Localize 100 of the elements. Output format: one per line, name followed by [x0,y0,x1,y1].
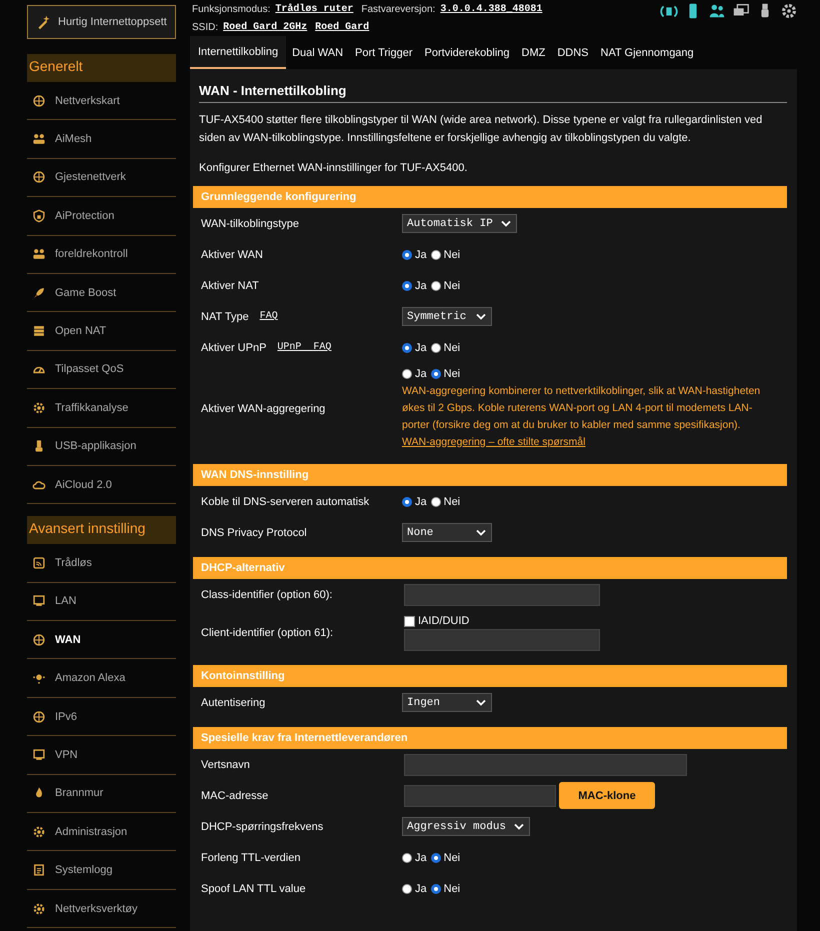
radio-label: Ja [415,852,427,864]
dropdown[interactable]: Symmetric [402,307,492,326]
quick-setup-button[interactable]: Hurtig Internettoppsett [27,5,176,39]
field-label: MAC-adresse [201,790,268,802]
chevron-down-icon [476,313,486,320]
checkbox[interactable] [404,616,415,626]
dropdown[interactable]: Automatisk IP [402,214,517,233]
radio-label: Nei [444,280,460,292]
radio-label: Nei [444,248,460,260]
sidebar-section-title: Generelt [27,54,176,82]
monitor-icon [32,594,46,608]
sidebar-item[interactable]: Nettverksverktøy [27,890,176,928]
gear-icon [32,902,46,916]
radio-button[interactable] [402,496,412,506]
sidebar-item[interactable]: Tilpasset QoS [27,350,176,390]
sidebar-item[interactable]: IPv6 [27,698,176,736]
input-field[interactable] [404,784,556,806]
dropdown[interactable]: None [402,523,492,542]
note-text: WAN-aggregering kombinerer to nettverktilkoblinger, slik at WAN-hastigheten økes til 2 Gbps. Koble ruterens WAN-port og LAN 4-port til modemets LAN-porter (forsikre deg om at du bruker to kabler med samme spesifikasjon). WAN-aggregering – ofte stilte spørsmål [402,384,762,450]
globe-icon [32,94,46,108]
ssid-link[interactable]: Roed Gard [315,22,370,32]
section-header: DHCP-alternativ [193,557,787,579]
tab[interactable]: DDNS [551,36,595,69]
dropdown[interactable]: Aggressiv modus [402,817,530,836]
radio-label: Ja [415,496,427,508]
radio-button[interactable] [430,280,441,290]
dropdown[interactable]: Ingen [402,693,492,712]
radio-button[interactable] [402,342,412,352]
sidebar-item[interactable]: VPN [27,736,176,775]
tab[interactable]: Portviderekobling [418,36,516,69]
globe-icon [32,170,46,184]
tab[interactable]: Internettilkobling [190,36,286,69]
sidebar-item[interactable]: Traffikkanalyse [27,389,176,428]
input-field[interactable] [404,629,600,651]
sidebar-item[interactable]: AiMesh [27,120,176,159]
chevron-down-icon [476,529,486,536]
sidebar-item[interactable]: LAN [27,582,176,622]
chevron-down-icon [514,823,524,830]
firmware-link[interactable]: 3.0.0.4.388_48081 [440,4,542,14]
radio-button[interactable] [430,884,441,894]
document-icon [32,863,46,878]
field-label: Spoof LAN TTL value [201,882,306,894]
sidebar-item[interactable]: WAN [27,621,176,660]
radio-button[interactable] [402,852,412,862]
mac-clone-button[interactable]: MAC-klone [559,782,655,809]
tab[interactable]: NAT Gjennomgang [594,36,700,69]
section-header: Spesielle krav fra Internettleverandøren [193,727,787,749]
tab[interactable]: DMZ [516,36,552,69]
section-header: Kontoinnstilling [193,665,787,687]
field-label: DNS Privacy Protocol [201,526,307,538]
people-icon [32,247,46,262]
ssid-link[interactable]: Roed Gard 2GHz [223,22,308,32]
sidebar-item[interactable]: AiCloud 2.0 [27,466,176,504]
field-label: Class-identifier (option 60): [201,588,332,600]
people-icon[interactable] [708,2,726,20]
sidebar-item[interactable]: USB-applikasjon [27,428,176,466]
sidebar-item[interactable]: Nettverkskart [27,82,176,120]
firmware-label: Fastvareversjon: [361,4,436,14]
monitor-icon [32,748,46,762]
radio-button[interactable] [430,250,441,260]
gear-icon[interactable] [780,2,798,20]
sidebar-item[interactable]: Amazon Alexa [27,659,176,698]
radio-button[interactable] [402,280,412,290]
description-text: TUF-AX5400 støtter flere tilkoblingstyper til WAN (wide area network). Disse typene er valgt fra rullegardinlisten ved siden av WAN-tilkoblingstype. Innstillingsfeltene er forskjellige avhengig av tilkoblingstypen du valgte. [199,113,764,146]
field-label: Client-identifier (option 61): [201,627,334,639]
sidebar-item[interactable]: foreldrekontroll [27,236,176,274]
field-label: DHCP-spørringsfrekvens [201,820,324,832]
field-label: Koble til DNS-serveren automatisk [201,496,370,508]
sidebar-item[interactable]: Systemlogg [27,851,176,890]
tab[interactable]: Dual WAN [286,36,350,69]
radio-button[interactable] [402,368,412,378]
field-label: Aktiver NAT [201,280,259,292]
sidebar-item[interactable]: AiProtection [27,197,176,236]
field-label: Autentisering [201,696,266,708]
radio-button[interactable] [430,368,441,378]
sidebar-section-title: Avansert innstilling [27,516,176,544]
faq-link[interactable]: WAN-aggregering – ofte stilte spørsmål [402,436,586,448]
gear-icon [32,824,46,839]
radio-button[interactable] [402,884,412,894]
ssid-label: SSID: [192,22,218,32]
sidebar-item[interactable]: Administrasjon [27,813,176,852]
sidebar-item[interactable]: Game Boost [27,274,176,312]
sidebar-item[interactable]: Trådløs [27,544,176,583]
radio-button[interactable] [402,250,412,260]
radio-button[interactable] [430,496,441,506]
sidebar-item[interactable]: Gjestenettverk [27,158,176,198]
wifi-icon [32,556,46,570]
radio-button[interactable] [430,342,441,352]
field-label: NAT Type [201,310,249,322]
globe-icon [32,632,46,647]
input-field[interactable] [404,754,687,776]
faq-link[interactable]: UPnP FAQ [277,342,332,354]
faq-link[interactable]: FAQ [260,310,278,322]
input-field[interactable] [404,584,600,606]
operation-mode-link[interactable]: Trådløs ruter [275,4,354,14]
tab[interactable]: Port Trigger [349,36,419,69]
sidebar-item[interactable]: Brannmur [27,774,176,814]
sidebar-item[interactable]: Open NAT [27,312,176,351]
shield-icon [32,208,46,223]
radio-button[interactable] [430,852,441,862]
